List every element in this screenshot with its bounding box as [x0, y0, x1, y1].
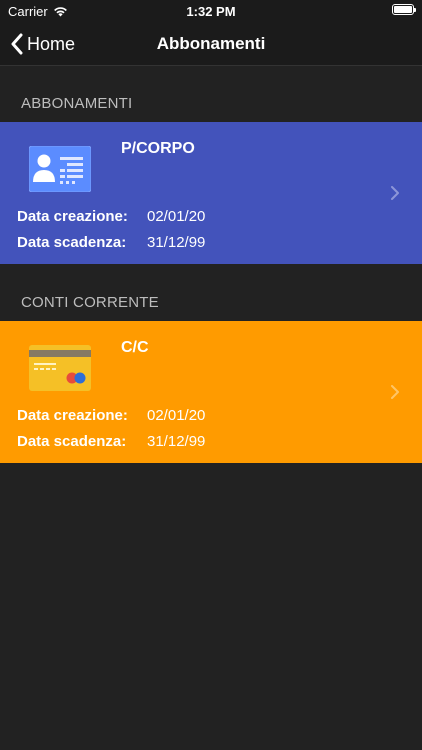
battery-icon	[392, 4, 416, 15]
chevron-right-icon	[391, 385, 399, 399]
account-card[interactable]: C/C Data creazione: 02/01/20 Data scaden…	[0, 321, 422, 463]
creation-date-row: Data creazione: 02/01/20	[17, 407, 205, 424]
creation-date-label: Data creazione:	[17, 208, 128, 225]
id-card-icon	[29, 146, 91, 192]
section-header-abbonamenti: ABBONAMENTI	[21, 95, 133, 112]
expiry-date-label: Data scadenza:	[17, 433, 127, 450]
expiry-date-value: 31/12/99	[147, 234, 206, 251]
section-header-conti-corrente: CONTI CORRENTE	[21, 294, 159, 311]
expiry-date-row: Data scadenza: 31/12/99	[17, 234, 205, 251]
status-time: 1:32 PM	[186, 4, 236, 19]
credit-card-icon	[29, 345, 91, 391]
subscription-card[interactable]: P/CORPO Data creazione: 02/01/20 Data sc…	[0, 122, 422, 264]
creation-date-row: Data creazione: 02/01/20	[17, 208, 205, 225]
expiry-date-value: 31/12/99	[147, 433, 206, 450]
card-title: C/C	[121, 339, 149, 356]
chevron-right-icon	[391, 186, 399, 200]
status-bar: Carrier 1:32 PM	[0, 0, 422, 22]
page-title: Abbonamenti	[156, 34, 266, 53]
navigation-bar: Home Abbonamenti	[0, 22, 422, 66]
expiry-date-row: Data scadenza: 31/12/99	[17, 433, 205, 450]
creation-date-value: 02/01/20	[147, 407, 206, 424]
creation-date-label: Data creazione:	[17, 407, 128, 424]
expiry-date-label: Data scadenza:	[17, 234, 127, 251]
card-title: P/CORPO	[121, 140, 195, 157]
creation-date-value: 02/01/20	[147, 208, 206, 225]
